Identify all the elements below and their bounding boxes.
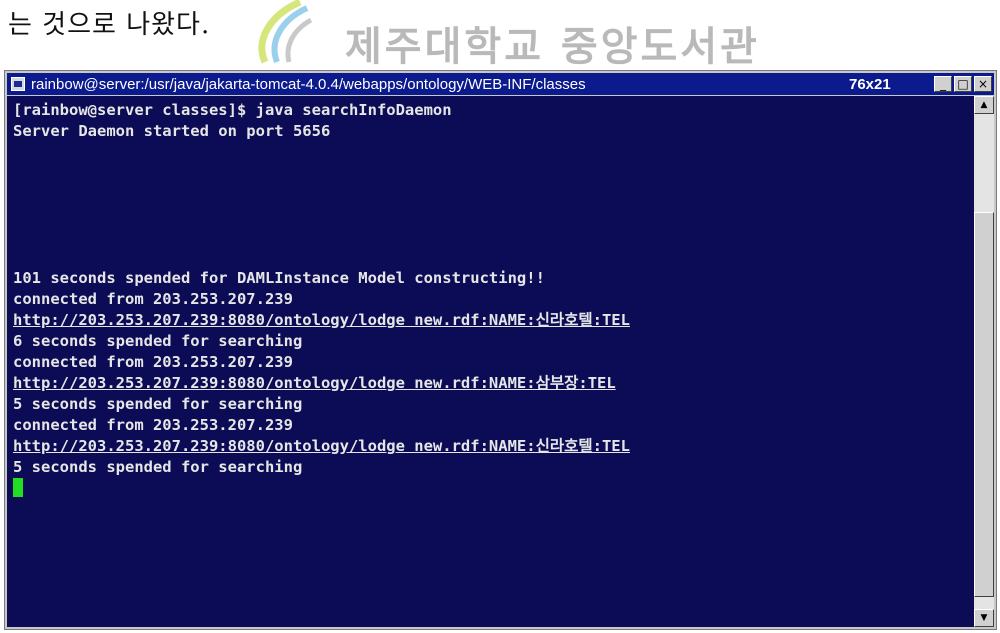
terminal-line: connected from 203.253.207.239 xyxy=(13,290,293,308)
terminal-line: http://203.253.207.239:8080/ontology/lod… xyxy=(13,437,630,455)
arrow-down-icon: ▼ xyxy=(980,613,988,623)
terminal-line: Server Daemon started on port 5656 xyxy=(13,122,331,140)
scroll-down-button[interactable]: ▼ xyxy=(974,609,994,627)
window-controls: _ □ × xyxy=(934,76,992,92)
terminal-line: http://203.253.207.239:8080/ontology/lod… xyxy=(13,374,616,392)
terminal-line: http://203.253.207.239:8080/ontology/lod… xyxy=(13,311,630,329)
terminal-line: connected from 203.253.207.239 xyxy=(13,416,293,434)
terminal-line: 5 seconds spended for searching xyxy=(13,458,303,476)
window-title: rainbow@server:/usr/java/jakarta-tomcat-… xyxy=(31,75,586,93)
vertical-scrollbar[interactable]: ▲ ▼ xyxy=(974,96,994,627)
minimize-button[interactable]: _ xyxy=(934,76,952,92)
terminal-line: 101 seconds spended for DAMLInstance Mod… xyxy=(13,269,545,287)
maximize-button[interactable]: □ xyxy=(954,76,972,92)
terminal-output[interactable]: [rainbow@server classes]$ java searchInf… xyxy=(7,96,974,627)
text-cursor xyxy=(13,478,23,497)
window-titlebar[interactable]: rainbow@server:/usr/java/jakarta-tomcat-… xyxy=(7,73,994,95)
terminal-line: 5 seconds spended for searching xyxy=(13,395,303,413)
library-watermark: 제주대학교 중앙도서관 xyxy=(245,0,765,70)
terminal-lines: [rainbow@server classes]$ java searchInf… xyxy=(13,100,630,499)
prompt-line xyxy=(13,478,630,499)
terminal-app-icon[interactable] xyxy=(11,77,25,91)
scroll-up-button[interactable]: ▲ xyxy=(974,96,994,114)
arrow-up-icon: ▲ xyxy=(980,100,988,110)
close-button[interactable]: × xyxy=(974,76,992,92)
document-text: 는 것으로 나왔다. xyxy=(8,10,211,40)
terminal-window[interactable]: rainbow@server:/usr/java/jakarta-tomcat-… xyxy=(4,70,997,630)
library-logo-icon xyxy=(258,0,313,64)
watermark-text: 제주대학교 중앙도서관 xyxy=(345,24,760,70)
scroll-thumb[interactable] xyxy=(974,212,994,597)
terminal-line: connected from 203.253.207.239 xyxy=(13,353,293,371)
window-size-indicator: 76x21 xyxy=(849,75,891,93)
terminal-line: [rainbow@server classes]$ java searchInf… xyxy=(13,101,452,119)
terminal-line: 6 seconds spended for searching xyxy=(13,332,303,350)
